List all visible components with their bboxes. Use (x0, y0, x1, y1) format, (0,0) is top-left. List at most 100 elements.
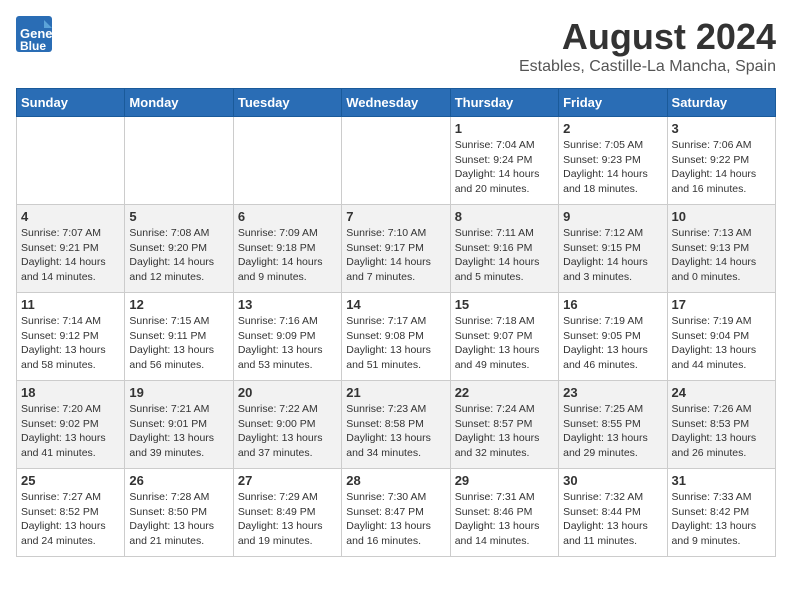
day-number: 6 (238, 209, 337, 224)
day-content: Sunrise: 7:24 AM Sunset: 8:57 PM Dayligh… (455, 402, 554, 461)
day-content: Sunrise: 7:04 AM Sunset: 9:24 PM Dayligh… (455, 138, 554, 197)
day-content: Sunrise: 7:20 AM Sunset: 9:02 PM Dayligh… (21, 402, 120, 461)
day-header-sunday: Sunday (17, 89, 125, 117)
calendar-cell: 6Sunrise: 7:09 AM Sunset: 9:18 PM Daylig… (233, 205, 341, 293)
day-content: Sunrise: 7:18 AM Sunset: 9:07 PM Dayligh… (455, 314, 554, 373)
calendar-cell: 18 Sunrise: 7:20 AM Sunset: 9:02 PM Dayli… (17, 381, 125, 469)
day-content: Sunrise: 7:16 AM Sunset: 9:09 PM Dayligh… (238, 314, 337, 373)
logo: General Blue (16, 16, 52, 61)
day-content: Sunrise: 7:13 AM Sunset: 9:13 PM Dayligh… (672, 226, 771, 285)
calendar-cell: 17 Sunrise: 7:19 AM Sunset: 9:04 PM Dayli… (667, 293, 775, 381)
calendar-week-row: 25Sunrise: 7:27 AM Sunset: 8:52 PM Dayli… (17, 469, 776, 557)
calendar-cell (17, 117, 125, 205)
day-content: Sunrise: 7:07 AM Sunset: 9:21 PM Dayligh… (21, 226, 120, 285)
day-number: 10 (672, 209, 771, 224)
day-number: 20 (238, 385, 337, 400)
calendar-cell: 25Sunrise: 7:27 AM Sunset: 8:52 PM Dayli… (17, 469, 125, 557)
day-number: 23 (563, 385, 662, 400)
day-content: Sunrise: 7:05 AM Sunset: 9:23 PM Dayligh… (563, 138, 662, 197)
calendar-cell: 5Sunrise: 7:08 AM Sunset: 9:20 PM Daylig… (125, 205, 233, 293)
calendar-cell: 20 Sunrise: 7:22 AM Sunset: 9:00 PM Dayli… (233, 381, 341, 469)
calendar-cell: 12Sunrise: 7:15 AM Sunset: 9:11 PM Dayli… (125, 293, 233, 381)
day-number: 26 (129, 473, 228, 488)
day-content: Sunrise: 7:28 AM Sunset: 8:50 PM Dayligh… (129, 490, 228, 549)
day-number: 12 (129, 297, 228, 312)
calendar-cell: 8Sunrise: 7:11 AM Sunset: 9:16 PM Daylig… (450, 205, 558, 293)
calendar-cell (233, 117, 341, 205)
day-header-saturday: Saturday (667, 89, 775, 117)
day-number: 21 (346, 385, 445, 400)
calendar-cell: 28Sunrise: 7:30 AM Sunset: 8:47 PM Dayli… (342, 469, 450, 557)
day-number: 17 (672, 297, 771, 312)
calendar-body: 1Sunrise: 7:04 AM Sunset: 9:24 PM Daylig… (17, 117, 776, 557)
day-content: Sunrise: 7:19 AM Sunset: 9:04 PM Dayligh… (672, 314, 771, 373)
day-content: Sunrise: 7:25 AM Sunset: 8:55 PM Dayligh… (563, 402, 662, 461)
subtitle: Estables, Castille-La Mancha, Spain (519, 58, 776, 76)
calendar-cell: 24 Sunrise: 7:26 AM Sunset: 8:53 PM Dayli… (667, 381, 775, 469)
main-title: August 2024 (519, 16, 776, 58)
day-content: Sunrise: 7:12 AM Sunset: 9:15 PM Dayligh… (563, 226, 662, 285)
calendar-cell: 16 Sunrise: 7:19 AM Sunset: 9:05 PM Dayli… (559, 293, 667, 381)
day-header-friday: Friday (559, 89, 667, 117)
calendar-week-row: 4 Sunrise: 7:07 AM Sunset: 9:21 PM Daylig… (17, 205, 776, 293)
calendar-cell: 4 Sunrise: 7:07 AM Sunset: 9:21 PM Daylig… (17, 205, 125, 293)
day-number: 18 (21, 385, 120, 400)
day-number: 29 (455, 473, 554, 488)
calendar-cell: 19 Sunrise: 7:21 AM Sunset: 9:01 PM Dayli… (125, 381, 233, 469)
day-number: 3 (672, 121, 771, 136)
calendar-header-row: SundayMondayTuesdayWednesdayThursdayFrid… (17, 89, 776, 117)
day-number: 31 (672, 473, 771, 488)
day-content: Sunrise: 7:14 AM Sunset: 9:12 PM Dayligh… (21, 314, 120, 373)
day-number: 30 (563, 473, 662, 488)
calendar-week-row: 18 Sunrise: 7:20 AM Sunset: 9:02 PM Dayli… (17, 381, 776, 469)
day-number: 27 (238, 473, 337, 488)
day-content: Sunrise: 7:30 AM Sunset: 8:47 PM Dayligh… (346, 490, 445, 549)
day-number: 4 (21, 209, 120, 224)
day-content: Sunrise: 7:10 AM Sunset: 9:17 PM Dayligh… (346, 226, 445, 285)
day-content: Sunrise: 7:32 AM Sunset: 8:44 PM Dayligh… (563, 490, 662, 549)
page-header: General Blue August 2024 Estables, Casti… (16, 16, 776, 76)
calendar-cell: 15Sunrise: 7:18 AM Sunset: 9:07 PM Dayli… (450, 293, 558, 381)
day-content: Sunrise: 7:19 AM Sunset: 9:05 PM Dayligh… (563, 314, 662, 373)
day-content: Sunrise: 7:22 AM Sunset: 9:00 PM Dayligh… (238, 402, 337, 461)
calendar-week-row: 1Sunrise: 7:04 AM Sunset: 9:24 PM Daylig… (17, 117, 776, 205)
calendar-cell: 13 Sunrise: 7:16 AM Sunset: 9:09 PM Dayli… (233, 293, 341, 381)
calendar-cell: 29 Sunrise: 7:31 AM Sunset: 8:46 PM Dayli… (450, 469, 558, 557)
day-number: 14 (346, 297, 445, 312)
calendar-cell: 26 Sunrise: 7:28 AM Sunset: 8:50 PM Dayli… (125, 469, 233, 557)
calendar-cell (125, 117, 233, 205)
day-content: Sunrise: 7:26 AM Sunset: 8:53 PM Dayligh… (672, 402, 771, 461)
calendar-table: SundayMondayTuesdayWednesdayThursdayFrid… (16, 88, 776, 557)
calendar-cell: 7 Sunrise: 7:10 AM Sunset: 9:17 PM Daylig… (342, 205, 450, 293)
day-number: 11 (21, 297, 120, 312)
day-number: 2 (563, 121, 662, 136)
day-content: Sunrise: 7:11 AM Sunset: 9:16 PM Dayligh… (455, 226, 554, 285)
day-header-tuesday: Tuesday (233, 89, 341, 117)
day-number: 13 (238, 297, 337, 312)
calendar-cell: 2 Sunrise: 7:05 AM Sunset: 9:23 PM Daylig… (559, 117, 667, 205)
day-number: 16 (563, 297, 662, 312)
day-number: 24 (672, 385, 771, 400)
day-number: 25 (21, 473, 120, 488)
svg-text:Blue: Blue (20, 39, 46, 53)
calendar-cell (342, 117, 450, 205)
calendar-cell: 10 Sunrise: 7:13 AM Sunset: 9:13 PM Dayli… (667, 205, 775, 293)
day-content: Sunrise: 7:33 AM Sunset: 8:42 PM Dayligh… (672, 490, 771, 549)
calendar-cell: 22 Sunrise: 7:24 AM Sunset: 8:57 PM Dayli… (450, 381, 558, 469)
day-number: 7 (346, 209, 445, 224)
logo-icon: General Blue (16, 16, 52, 61)
calendar-cell: 31 Sunrise: 7:33 AM Sunset: 8:42 PM Dayli… (667, 469, 775, 557)
day-content: Sunrise: 7:21 AM Sunset: 9:01 PM Dayligh… (129, 402, 228, 461)
day-number: 22 (455, 385, 554, 400)
calendar-cell: 14 Sunrise: 7:17 AM Sunset: 9:08 PM Dayli… (342, 293, 450, 381)
day-content: Sunrise: 7:29 AM Sunset: 8:49 PM Dayligh… (238, 490, 337, 549)
calendar-cell: 3Sunrise: 7:06 AM Sunset: 9:22 PM Daylig… (667, 117, 775, 205)
day-header-wednesday: Wednesday (342, 89, 450, 117)
calendar-cell: 21Sunrise: 7:23 AM Sunset: 8:58 PM Dayli… (342, 381, 450, 469)
day-number: 19 (129, 385, 228, 400)
day-content: Sunrise: 7:17 AM Sunset: 9:08 PM Dayligh… (346, 314, 445, 373)
day-content: Sunrise: 7:31 AM Sunset: 8:46 PM Dayligh… (455, 490, 554, 549)
calendar-cell: 11 Sunrise: 7:14 AM Sunset: 9:12 PM Dayli… (17, 293, 125, 381)
day-content: Sunrise: 7:08 AM Sunset: 9:20 PM Dayligh… (129, 226, 228, 285)
day-header-monday: Monday (125, 89, 233, 117)
